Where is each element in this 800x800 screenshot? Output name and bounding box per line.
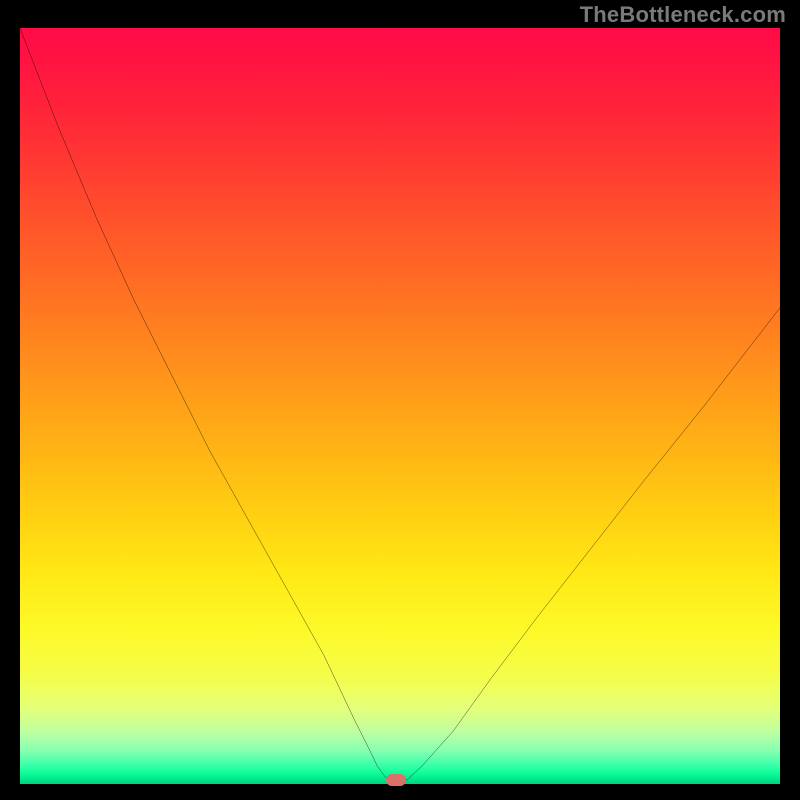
plot-area [20,28,780,784]
optimal-point-marker [386,774,406,786]
chart-frame: TheBottleneck.com [0,0,800,800]
bottleneck-curve [20,28,780,783]
watermark-text: TheBottleneck.com [580,2,786,28]
curve-svg [20,28,780,784]
